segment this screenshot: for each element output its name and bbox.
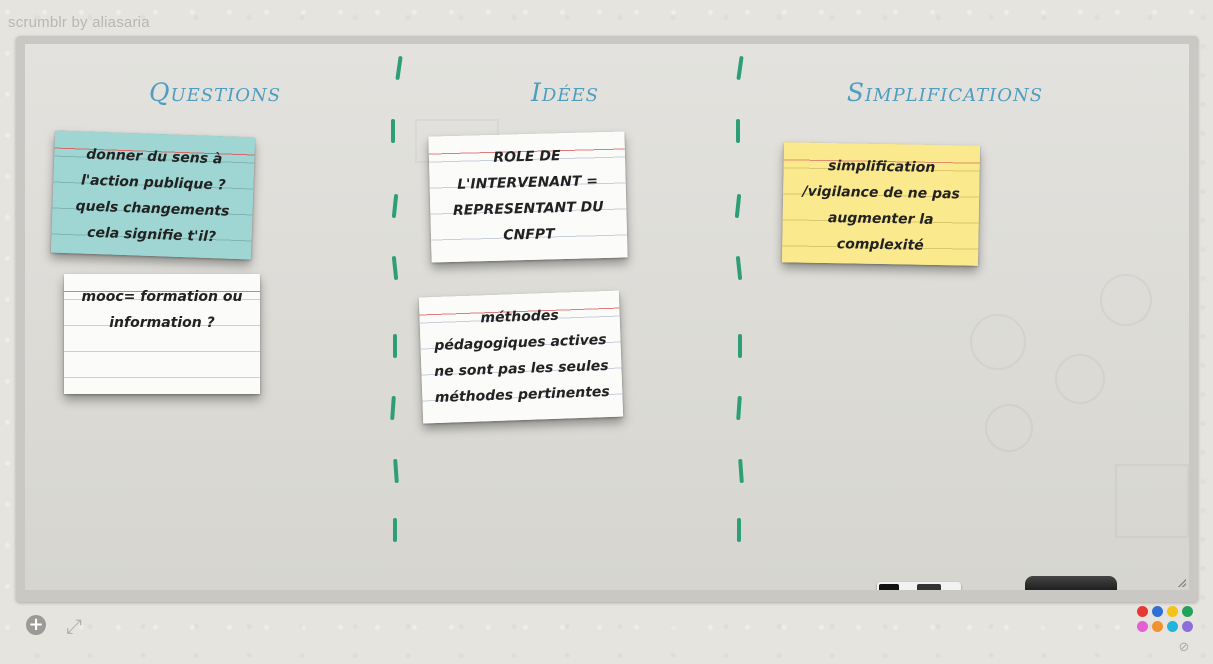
column-divider[interactable]: [391, 255, 399, 281]
color-dot-orange[interactable]: [1152, 621, 1163, 632]
card-question-2[interactable]: mooc= formation ou information ?: [64, 274, 260, 394]
plus-circle-icon: +: [28, 614, 44, 635]
column-divider[interactable]: [393, 458, 399, 484]
color-palette: [1135, 604, 1195, 636]
app-title: scrumblr by aliasaria: [8, 14, 150, 31]
add-card-button[interactable]: +: [26, 615, 46, 635]
column-header-idees[interactable]: Idées: [505, 78, 625, 107]
color-dot-blue[interactable]: [1152, 606, 1163, 617]
column-divider[interactable]: [738, 458, 744, 484]
column-header-simplifications[interactable]: Simplifications: [840, 78, 1050, 107]
color-dot-purple[interactable]: [1182, 621, 1193, 632]
column-header-questions[interactable]: Questions: [135, 78, 295, 107]
column-divider[interactable]: [735, 255, 743, 281]
card-simplification-1[interactable]: simplification /vigilance de ne pas augm…: [781, 142, 981, 266]
marker-cap: [879, 584, 899, 590]
card-question-1[interactable]: donner du sens à l'action publique ? que…: [50, 130, 256, 260]
color-dot-red[interactable]: [1137, 606, 1148, 617]
marker-label: [917, 584, 941, 590]
column-divider[interactable]: [395, 55, 403, 81]
no-symbol-icon[interactable]: ⊘: [1177, 641, 1191, 655]
board-frame: Questions Idées Simplifications donner d…: [16, 36, 1198, 602]
column-divider[interactable]: [736, 395, 742, 421]
column-divider[interactable]: [391, 193, 399, 219]
resize-grip-icon[interactable]: [1178, 579, 1186, 587]
card-idee-2[interactable]: méthodes pédagogiques actives ne sont pa…: [418, 290, 624, 424]
ghost-drawing: [985, 404, 1033, 452]
color-dot-pink[interactable]: [1137, 621, 1148, 632]
ghost-drawing: [970, 314, 1026, 370]
column-divider[interactable]: [738, 334, 742, 358]
expand-board-button[interactable]: ⤢: [62, 614, 86, 638]
column-divider[interactable]: [390, 395, 396, 421]
column-divider[interactable]: [734, 193, 742, 219]
ghost-drawing: [1100, 274, 1152, 326]
column-divider[interactable]: [391, 119, 395, 143]
marker[interactable]: [877, 582, 961, 590]
column-divider[interactable]: [393, 334, 397, 358]
column-divider[interactable]: [736, 55, 744, 81]
ghost-drawing: [1055, 354, 1105, 404]
column-divider[interactable]: [736, 119, 740, 143]
color-dot-green[interactable]: [1182, 606, 1193, 617]
expand-arrows-icon: ⤢: [66, 614, 82, 638]
color-dot-yellow[interactable]: [1167, 606, 1178, 617]
column-divider[interactable]: [737, 518, 741, 542]
column-divider[interactable]: [393, 518, 397, 542]
color-dot-cyan[interactable]: [1167, 621, 1178, 632]
ghost-drawing: [1115, 464, 1189, 538]
scrum-board[interactable]: Questions Idées Simplifications donner d…: [25, 44, 1189, 590]
card-idee-1[interactable]: ROLE DE L'INTERVENANT = REPRESENTANT DU …: [428, 131, 628, 263]
eraser[interactable]: [1025, 576, 1117, 590]
